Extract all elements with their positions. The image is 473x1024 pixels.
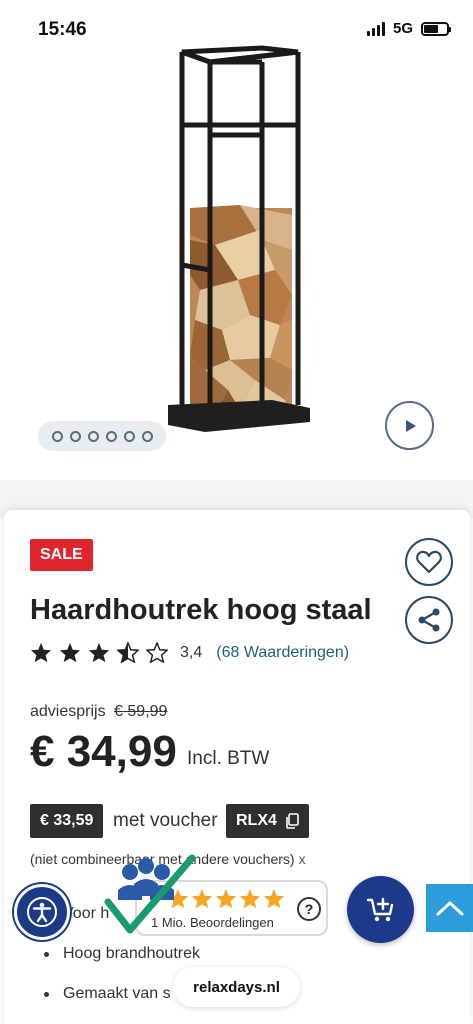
rating-row[interactable]: 3,4 (68 Waarderingen) bbox=[30, 642, 349, 663]
play-icon bbox=[405, 419, 416, 432]
voucher-code: RLX4 bbox=[236, 812, 277, 829]
network-label: 5G bbox=[392, 20, 413, 37]
star-icon bbox=[263, 888, 285, 909]
carousel-dots[interactable] bbox=[38, 421, 166, 451]
site-url-pill[interactable]: relaxdays.nl bbox=[173, 967, 300, 1007]
share-icon bbox=[418, 608, 440, 632]
accessibility-icon bbox=[27, 897, 57, 927]
wishlist-button[interactable] bbox=[405, 538, 453, 586]
close-voucher-note[interactable]: x bbox=[299, 851, 306, 867]
reviews-link[interactable]: (68 Waarderingen) bbox=[216, 644, 349, 662]
scroll-to-top-button[interactable] bbox=[426, 884, 473, 932]
star-empty-icon bbox=[146, 642, 168, 663]
trust-widget[interactable]: 1 Mio. Beoordelingen ? bbox=[100, 854, 328, 936]
star-full-icon bbox=[30, 642, 52, 663]
advice-price: € 59,99 bbox=[114, 703, 168, 720]
play-video-button[interactable] bbox=[385, 401, 434, 450]
heart-icon bbox=[416, 550, 442, 574]
status-indicators: 5G bbox=[366, 20, 451, 37]
rating-stars bbox=[30, 642, 168, 663]
accessibility-button[interactable] bbox=[14, 884, 70, 940]
rating-value: 3,4 bbox=[180, 643, 203, 661]
current-price: € 34,99 bbox=[30, 727, 177, 776]
voucher-price: € 33,59 bbox=[30, 804, 104, 838]
vat-label: Incl. BTW bbox=[187, 748, 270, 769]
star-full-icon bbox=[88, 642, 110, 663]
advice-label: adviesprijs bbox=[30, 703, 106, 720]
star-full-icon bbox=[59, 642, 81, 663]
add-cart-icon bbox=[366, 897, 393, 921]
star-half-icon bbox=[117, 642, 139, 663]
carousel-dot[interactable] bbox=[69, 430, 81, 442]
trust-help-button[interactable]: ? bbox=[297, 897, 321, 921]
battery-icon bbox=[421, 21, 451, 36]
voucher-code-button[interactable]: RLX4 bbox=[226, 804, 309, 838]
voucher-label: met voucher bbox=[113, 810, 218, 831]
carousel-dot[interactable] bbox=[51, 430, 63, 442]
signal-icon bbox=[366, 21, 385, 36]
status-time: 15:46 bbox=[38, 19, 87, 40]
star-icon bbox=[239, 888, 261, 909]
carousel-dot[interactable] bbox=[87, 430, 99, 442]
carousel-dot[interactable] bbox=[105, 430, 117, 442]
add-to-cart-button[interactable] bbox=[347, 876, 414, 943]
share-button[interactable] bbox=[405, 596, 453, 644]
sale-badge: SALE bbox=[30, 539, 93, 571]
chevron-up-icon bbox=[436, 901, 463, 916]
advice-price-row: adviesprijs € 59,99 bbox=[30, 703, 167, 721]
carousel-dot[interactable] bbox=[141, 430, 153, 442]
trust-seal-icon bbox=[104, 854, 196, 934]
copy-icon bbox=[286, 813, 299, 829]
product-title: Haardhoutrek hoog staal bbox=[30, 594, 372, 626]
carousel-dot[interactable] bbox=[123, 430, 135, 442]
star-icon bbox=[215, 888, 237, 909]
